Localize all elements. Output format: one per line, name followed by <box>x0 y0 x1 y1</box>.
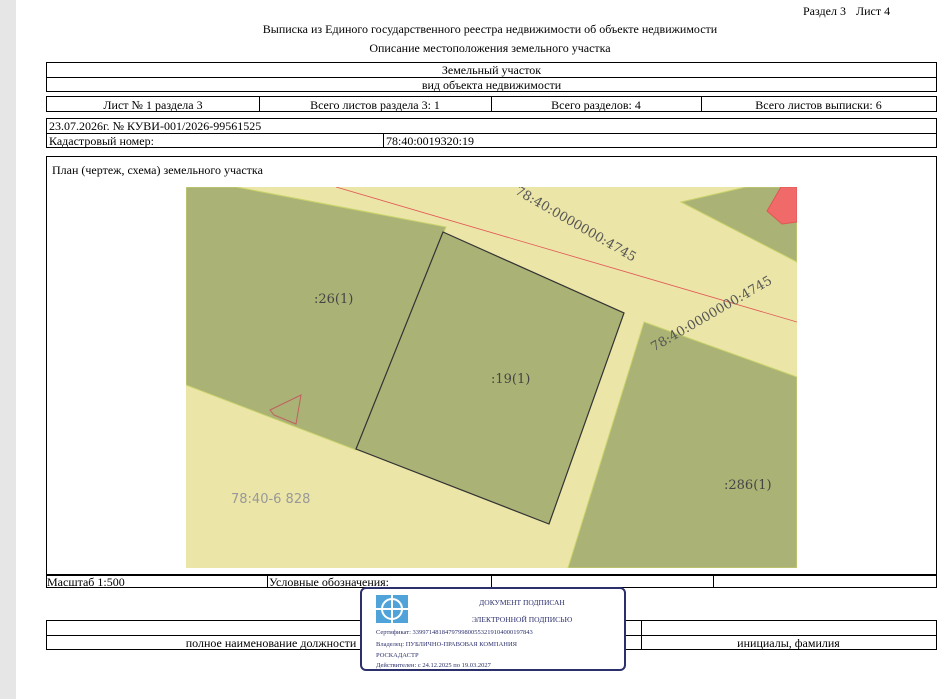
page-subtitle: Описание местоположения земельного участ… <box>369 41 611 55</box>
e-signature-stamp: ДОКУМЕНТ ПОДПИСАН ЭЛЕКТРОННОЙ ПОДПИСЬЮ С… <box>360 587 626 671</box>
name-caption: инициалы, фамилия <box>737 636 840 650</box>
left-gutter <box>0 0 16 699</box>
stamp-owner-2: РОСКАДАСТР <box>376 652 419 659</box>
label-quarter: 78:40-6 828 <box>231 492 310 507</box>
cadastral-label: Кадастровый номер: <box>49 134 154 148</box>
stamp-certificate: Сертификат: 3399714818479799800553219104… <box>376 629 533 636</box>
label-parcel-26: :26(1) <box>314 292 353 307</box>
object-type-block: Земельный участок вид объекта недвижимос… <box>46 62 937 92</box>
sheet-info-row: Лист № 1 раздела 3 Всего листов раздела … <box>46 96 937 112</box>
label-parcel-286: :286(1) <box>724 478 772 493</box>
label-parcel-19: :19(1) <box>491 372 530 387</box>
plan-title: План (чертеж, схема) земельного участка <box>52 163 263 177</box>
total-sections: Всего разделов: 4 <box>551 98 641 112</box>
object-type: Земельный участок <box>441 63 542 77</box>
cadastral-number: 78:40:0019320:19 <box>386 134 475 148</box>
total-sheets: Всего листов выписки: 6 <box>755 98 882 112</box>
object-type-caption: вид объекта недвижимости <box>421 78 562 92</box>
stamp-validity: Действителен: с 24.12.2025 по 19.03.2027 <box>376 662 491 669</box>
stamp-line2: ЭЛЕКТРОННОЙ ПОДПИСЬЮ <box>471 615 573 624</box>
stamp-line1: ДОКУМЕНТ ПОДПИСАН <box>479 598 565 607</box>
plan-drawing: 78:40:0000000:4745 78:40:0000000:4745 :2… <box>186 187 797 568</box>
page-title: Выписка из Единого государственного реес… <box>262 22 718 36</box>
doc-info-block: 23.07.2026г. № КУВИ-001/2026-99561525 Ка… <box>46 118 937 148</box>
doc-number: 23.07.2026г. № КУВИ-001/2026-99561525 <box>49 119 262 133</box>
scale-label: Масштаб 1:500 <box>47 575 125 589</box>
signature-emblem-icon <box>376 595 408 623</box>
section-label: Раздел 3 <box>803 4 846 18</box>
sheet-number: Лист № 1 раздела 3 <box>103 98 203 112</box>
total-sheets-section: Всего листов раздела 3: 1 <box>310 98 440 112</box>
sheet-label: Лист 4 <box>856 4 891 18</box>
stamp-owner: Владелец: ПУБЛИЧНО-ПРАВОВАЯ КОМПАНИЯ <box>376 641 517 648</box>
